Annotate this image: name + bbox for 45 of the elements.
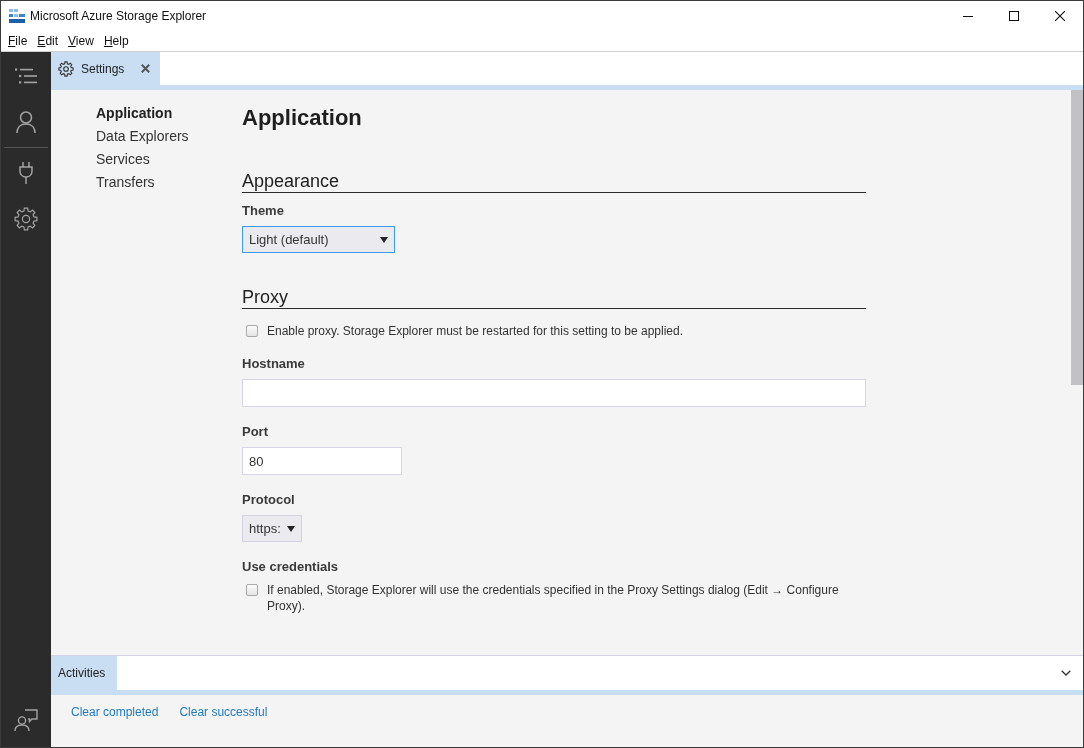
field-label: Port (242, 423, 269, 441)
field-label: Protocol (242, 491, 296, 509)
scrollbar-thumb[interactable] (1071, 90, 1083, 385)
app-logo-icon (9, 9, 25, 23)
settings-nav-item[interactable]: Data Explorers (96, 125, 189, 148)
plug-icon (19, 162, 33, 184)
caret-icon (380, 236, 388, 243)
section-heading: Appearance (242, 170, 866, 193)
menu-item[interactable]: View (63, 33, 99, 49)
field-label: Theme (242, 202, 285, 220)
dropdown[interactable]: https: (242, 515, 302, 542)
tab[interactable]: Activities (51, 656, 118, 690)
close-tab-button[interactable] (141, 64, 151, 73)
tab[interactable]: Settings (51, 52, 161, 85)
settings-nav-item[interactable]: Application (96, 102, 173, 125)
checkbox[interactable] (246, 584, 258, 596)
close-icon (141, 64, 151, 73)
section-heading: Proxy (242, 286, 866, 309)
field-label: Hostname (242, 355, 306, 373)
person-icon (16, 111, 36, 133)
checkbox-label: Enable proxy. Storage Explorer must be restarted for this setting to be applied. (267, 323, 683, 339)
chevron-down-icon (1061, 670, 1071, 676)
dropdown[interactable]: Light (default) (242, 226, 395, 253)
maximize-icon (1009, 11, 1019, 21)
list-icon (15, 68, 37, 84)
link[interactable]: Clear successful (179, 705, 268, 719)
gear-icon (58, 60, 74, 77)
field-label: Use credentials (242, 558, 340, 576)
window-title: Microsoft Azure Storage Explorer (30, 9, 207, 23)
number-field[interactable]: 80 (242, 447, 402, 475)
minimize-icon (963, 15, 973, 17)
text-field[interactable] (242, 379, 866, 407)
checkbox[interactable] (246, 325, 258, 337)
caret-icon (286, 525, 295, 532)
close-icon (1055, 11, 1065, 21)
checkbox-label: If enabled, Storage Explorer will use the credentials specified in the Proxy Settings dialog (Edit → Configure Proxy). (267, 582, 840, 614)
settings-nav-item[interactable]: Services (96, 148, 150, 171)
settings-nav-item[interactable]: Transfers (96, 171, 155, 194)
gear-icon (14, 207, 38, 231)
feedback-icon (14, 709, 38, 731)
menu-item[interactable]: Edit (32, 33, 64, 49)
menu-item[interactable]: Help (98, 33, 134, 49)
menu-item[interactable]: File (3, 33, 33, 49)
page-title: Application (242, 104, 363, 132)
link[interactable]: Clear completed (71, 705, 159, 719)
